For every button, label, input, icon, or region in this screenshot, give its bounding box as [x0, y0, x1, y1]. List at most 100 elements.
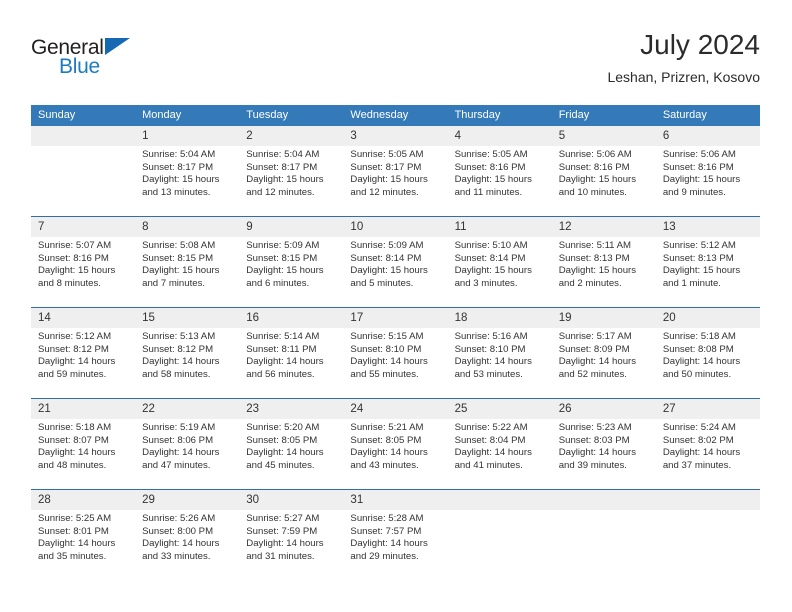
calendar-day-cell[interactable]: 18 Sunrise: 5:16 AM Sunset: 8:10 PM Dayligh…	[447, 307, 552, 399]
daylight-text-line1: Daylight: 15 hours	[662, 174, 741, 186]
calendar-day-cell[interactable]: 30 Sunrise: 5:27 AM Sunset: 7:59 PM Dayligh…	[239, 489, 344, 580]
sunset-text: Sunset: 8:16 PM	[662, 161, 734, 173]
daylight-text-line2: and 12 minutes.	[350, 186, 419, 198]
sunset-text: Sunset: 8:16 PM	[38, 252, 109, 264]
sunset-text: Sunset: 8:04 PM	[454, 434, 526, 446]
daylight-text-line1: Daylight: 14 hours	[246, 356, 324, 368]
day-details: Sunrise: 5:20 AM Sunset: 8:05 PM Daylight:…	[239, 419, 343, 472]
day-details: Sunrise: 5:27 AM Sunset: 7:59 PM Daylight:…	[239, 510, 343, 563]
calendar-header-row: Sunday Monday Tuesday Wednesday Thursday…	[31, 105, 760, 126]
daylight-text-line1: Daylight: 15 hours	[662, 265, 741, 277]
calendar-day-cell[interactable]: 24 Sunrise: 5:21 AM Sunset: 8:05 PM Dayligh…	[343, 398, 448, 490]
calendar-day-cell[interactable]: 3 Sunrise: 5:05 AM Sunset: 8:17 PM Daylight…	[343, 126, 448, 217]
daylight-text-line2: and 52 minutes.	[558, 368, 627, 380]
sunrise-text: Sunrise: 5:09 AM	[246, 240, 320, 251]
daylight-text-line2: and 55 minutes.	[350, 368, 419, 380]
calendar-day-cell[interactable]: 2 Sunrise: 5:04 AM Sunset: 8:17 PM Daylight…	[239, 126, 344, 217]
day-number	[551, 490, 656, 510]
page-subtitle: Leshan, Prizren, Kosovo	[607, 69, 760, 85]
daylight-text-line1: Daylight: 14 hours	[246, 538, 324, 550]
daylight-text-line1: Daylight: 14 hours	[350, 538, 428, 550]
sunrise-text: Sunrise: 5:05 AM	[350, 149, 424, 160]
calendar-day-cell[interactable]: 9 Sunrise: 5:09 AM Sunset: 8:15 PM Daylight…	[239, 216, 344, 308]
weekday-header-monday: Monday	[135, 105, 240, 126]
calendar-day-cell[interactable]: 16 Sunrise: 5:14 AM Sunset: 8:11 PM Dayligh…	[239, 307, 344, 399]
day-number: 21	[31, 399, 136, 419]
daylight-text-line2: and 45 minutes.	[246, 459, 315, 471]
day-number: 16	[239, 308, 344, 328]
calendar-day-cell[interactable]: 19 Sunrise: 5:17 AM Sunset: 8:09 PM Dayligh…	[551, 307, 656, 399]
sunset-text: Sunset: 8:05 PM	[350, 434, 422, 446]
daylight-text-line1: Daylight: 14 hours	[558, 447, 637, 459]
day-details: Sunrise: 5:08 AM Sunset: 8:15 PM Daylight:…	[135, 237, 239, 290]
calendar-day-cell[interactable]: 29 Sunrise: 5:26 AM Sunset: 8:00 PM Dayligh…	[135, 489, 240, 580]
weekday-header-thursday: Thursday	[447, 105, 552, 126]
brand-logo[interactable]: General Blue	[31, 36, 231, 84]
calendar-day-cell[interactable]: 14 Sunrise: 5:12 AM Sunset: 8:12 PM Dayligh…	[31, 307, 136, 399]
daylight-text-line2: and 3 minutes.	[454, 277, 518, 289]
sunset-text: Sunset: 8:14 PM	[350, 252, 422, 264]
calendar-day-cell[interactable]: 8 Sunrise: 5:08 AM Sunset: 8:15 PM Daylight…	[135, 216, 240, 308]
calendar-day-cell[interactable]: 27 Sunrise: 5:24 AM Sunset: 8:02 PM Dayligh…	[655, 398, 760, 490]
calendar-day-cell[interactable]: 4 Sunrise: 5:05 AM Sunset: 8:16 PM Daylight…	[447, 126, 552, 217]
day-details: Sunrise: 5:18 AM Sunset: 8:07 PM Daylight:…	[31, 419, 135, 472]
calendar-day-cell[interactable]: 17 Sunrise: 5:15 AM Sunset: 8:10 PM Dayligh…	[343, 307, 448, 399]
day-number	[655, 490, 760, 510]
sunrise-text: Sunrise: 5:10 AM	[454, 240, 528, 251]
day-number: 18	[447, 308, 552, 328]
sunset-text: Sunset: 8:10 PM	[350, 343, 422, 355]
daylight-text-line2: and 11 minutes.	[454, 186, 523, 198]
calendar-day-cell-empty	[31, 126, 136, 217]
daylight-text-line1: Daylight: 15 hours	[558, 174, 637, 186]
day-number: 12	[551, 217, 656, 237]
calendar-day-cell[interactable]: 21 Sunrise: 5:18 AM Sunset: 8:07 PM Dayligh…	[31, 398, 136, 490]
sunrise-text: Sunrise: 5:21 AM	[350, 422, 424, 433]
day-number: 20	[655, 308, 760, 328]
calendar-day-cell[interactable]: 6 Sunrise: 5:06 AM Sunset: 8:16 PM Daylight…	[655, 126, 760, 217]
day-number: 6	[655, 126, 760, 146]
calendar-day-cell[interactable]: 20 Sunrise: 5:18 AM Sunset: 8:08 PM Dayligh…	[655, 307, 760, 399]
calendar-day-cell[interactable]: 23 Sunrise: 5:20 AM Sunset: 8:05 PM Dayligh…	[239, 398, 344, 490]
sunset-text: Sunset: 8:02 PM	[662, 434, 734, 446]
weekday-header-saturday: Saturday	[655, 105, 760, 126]
daylight-text-line2: and 13 minutes.	[142, 186, 211, 198]
day-number: 24	[343, 399, 448, 419]
day-number: 17	[343, 308, 448, 328]
day-number: 15	[135, 308, 240, 328]
day-number: 7	[31, 217, 136, 237]
day-details: Sunrise: 5:14 AM Sunset: 8:11 PM Daylight:…	[239, 328, 343, 381]
day-number: 3	[343, 126, 448, 146]
daylight-text-line1: Daylight: 14 hours	[142, 447, 220, 459]
daylight-text-line1: Daylight: 15 hours	[38, 265, 116, 277]
calendar-day-cell[interactable]: 7 Sunrise: 5:07 AM Sunset: 8:16 PM Daylight…	[31, 216, 136, 308]
daylight-text-line1: Daylight: 14 hours	[662, 356, 741, 368]
day-number: 1	[135, 126, 240, 146]
calendar-day-cell-empty	[551, 489, 656, 580]
calendar-day-cell[interactable]: 25 Sunrise: 5:22 AM Sunset: 8:04 PM Dayligh…	[447, 398, 552, 490]
sunrise-text: Sunrise: 5:06 AM	[558, 149, 632, 160]
calendar-day-cell[interactable]: 1 Sunrise: 5:04 AM Sunset: 8:17 PM Daylight…	[135, 126, 240, 217]
calendar-day-cell[interactable]: 11 Sunrise: 5:10 AM Sunset: 8:14 PM Dayligh…	[447, 216, 552, 308]
calendar-day-cell[interactable]: 28 Sunrise: 5:25 AM Sunset: 8:01 PM Dayligh…	[31, 489, 136, 580]
sunrise-text: Sunrise: 5:07 AM	[38, 240, 112, 251]
sunset-text: Sunset: 8:15 PM	[246, 252, 318, 264]
sunset-text: Sunset: 8:15 PM	[142, 252, 214, 264]
sunrise-text: Sunrise: 5:08 AM	[142, 240, 216, 251]
day-number: 26	[551, 399, 656, 419]
calendar-day-cell[interactable]: 22 Sunrise: 5:19 AM Sunset: 8:06 PM Dayligh…	[135, 398, 240, 490]
day-number: 19	[551, 308, 656, 328]
calendar-day-cell[interactable]: 31 Sunrise: 5:28 AM Sunset: 7:57 PM Dayligh…	[343, 489, 448, 580]
calendar-week-row: 28 Sunrise: 5:25 AM Sunset: 8:01 PM Dayligh…	[31, 489, 760, 580]
calendar-day-cell[interactable]: 13 Sunrise: 5:12 AM Sunset: 8:13 PM Dayligh…	[655, 216, 760, 308]
calendar-day-cell[interactable]: 12 Sunrise: 5:11 AM Sunset: 8:13 PM Dayligh…	[551, 216, 656, 308]
calendar-day-cell-empty	[655, 489, 760, 580]
calendar-day-cell[interactable]: 10 Sunrise: 5:09 AM Sunset: 8:14 PM Dayligh…	[343, 216, 448, 308]
sunrise-text: Sunrise: 5:20 AM	[246, 422, 320, 433]
daylight-text-line2: and 35 minutes.	[38, 550, 107, 562]
calendar-day-cell[interactable]: 5 Sunrise: 5:06 AM Sunset: 8:16 PM Daylight…	[551, 126, 656, 217]
calendar-day-cell[interactable]: 26 Sunrise: 5:23 AM Sunset: 8:03 PM Dayligh…	[551, 398, 656, 490]
calendar-day-cell[interactable]: 15 Sunrise: 5:13 AM Sunset: 8:12 PM Dayligh…	[135, 307, 240, 399]
day-number: 2	[239, 126, 344, 146]
day-number: 29	[135, 490, 240, 510]
daylight-text-line2: and 47 minutes.	[142, 459, 211, 471]
